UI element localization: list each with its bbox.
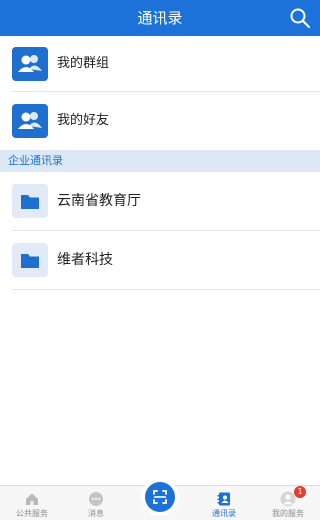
tab-label: 我的服务: [272, 509, 304, 518]
group-contacts-icon: [12, 47, 48, 81]
divider: [12, 289, 320, 290]
notification-badge: 1: [294, 486, 306, 498]
tab-public-services[interactable]: 公共服务: [0, 486, 64, 520]
scan-button[interactable]: [141, 478, 179, 516]
folder-icon: [12, 243, 48, 277]
app-header: 通讯录: [0, 0, 320, 36]
bottom-tab-bar: 公共服务 消息 通讯录 1 我的服务: [0, 478, 320, 520]
scan-icon: [153, 490, 167, 504]
my-groups-item[interactable]: 我的群组: [0, 36, 320, 91]
org-item-yunnan-education[interactable]: 云南省教育厅: [0, 172, 320, 230]
friends-contacts-icon: [12, 104, 48, 138]
org-item-weizhe-tech[interactable]: 维者科技: [0, 231, 320, 289]
org-label: 云南省教育厅: [57, 193, 141, 209]
scan-circle: [145, 482, 175, 512]
home-icon: [26, 493, 38, 505]
chat-icon: [89, 492, 103, 506]
tab-contacts[interactable]: 通讯录: [192, 486, 256, 520]
enterprise-directory-section: 企业通讯录: [0, 150, 320, 172]
my-groups-label: 我的群组: [57, 56, 110, 71]
contacts-icon: [217, 492, 230, 506]
section-title: 企业通讯录: [8, 154, 63, 167]
tab-label: 消息: [88, 509, 104, 518]
tab-my-services[interactable]: 1 我的服务: [256, 486, 320, 520]
folder-icon: [12, 184, 48, 218]
tab-label: 公共服务: [16, 509, 48, 518]
tab-messages[interactable]: 消息: [64, 486, 128, 520]
search-icon[interactable]: [288, 6, 312, 30]
org-label: 维者科技: [57, 252, 113, 268]
my-friends-item[interactable]: 我的好友: [0, 93, 320, 148]
tab-label: 通讯录: [212, 509, 236, 518]
divider: [12, 91, 320, 92]
page-title: 通讯录: [137, 9, 183, 27]
my-friends-label: 我的好友: [57, 113, 110, 128]
